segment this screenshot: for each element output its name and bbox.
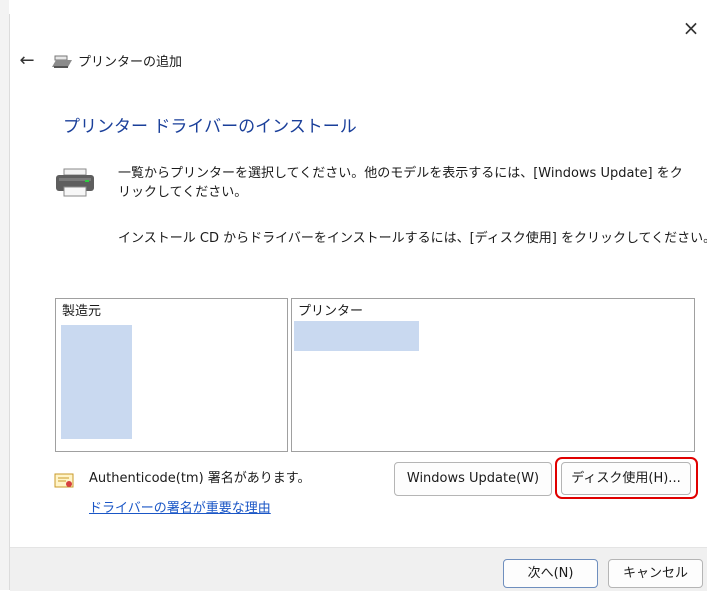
install-cd-text: インストール CD からドライバーをインストールするには、[ディスク使用] をク… [118, 231, 707, 246]
window-title: プリンターの追加 [78, 55, 183, 70]
page-title: プリンター ドライバーのインストール [63, 117, 357, 137]
have-disk-button[interactable]: ディスク使用(H)... [561, 462, 691, 495]
signature-info-link[interactable]: ドライバーの署名が重要な理由 [89, 500, 271, 518]
certificate-icon [54, 473, 74, 488]
signature-status: Authenticode(tm) 署名があります。 [89, 471, 311, 486]
window-left-frame [0, 0, 10, 590]
windows-update-button[interactable]: Windows Update(W) [394, 462, 552, 496]
manufacturer-list-selection[interactable] [61, 325, 132, 439]
cancel-button[interactable]: キャンセル [608, 559, 703, 588]
printer-list[interactable]: プリンター [291, 298, 695, 452]
dialog-footer [10, 547, 707, 591]
next-button[interactable]: 次へ(N) [503, 559, 598, 588]
printer-icon [56, 168, 94, 197]
close-icon[interactable]: × [681, 18, 701, 38]
description-text: 一覧からプリンターを選択してください。他のモデルを表示するには、[Windows… [118, 166, 683, 200]
printer-list-selection[interactable] [294, 321, 419, 351]
printer-list-header: プリンター [298, 304, 364, 319]
manufacturer-list-header: 製造元 [62, 304, 102, 319]
printer-icon [52, 55, 72, 68]
manufacturer-list[interactable]: 製造元 [55, 298, 288, 452]
window-top-strip [9, 0, 707, 14]
back-arrow-icon[interactable]: ← [17, 51, 37, 71]
